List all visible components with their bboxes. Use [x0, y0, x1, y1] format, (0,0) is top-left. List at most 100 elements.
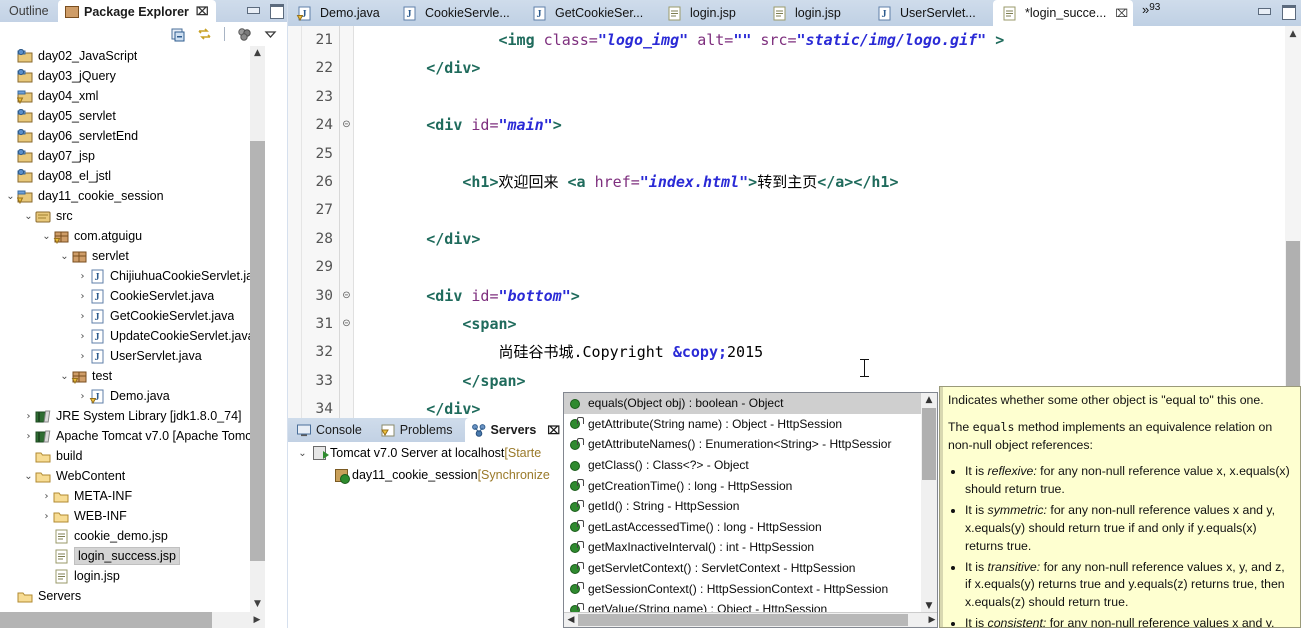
editor-tab[interactable]: J Demo.java [288, 0, 393, 26]
tree-item[interactable]: › WEB-INF [0, 506, 265, 526]
scrollbar-thumb-h[interactable] [578, 614, 908, 626]
chevron-down-icon[interactable]: ⌄ [296, 448, 309, 459]
tree-item[interactable]: day06_servletEnd [0, 126, 265, 146]
code-line[interactable]: <img class="logo_img" alt="" src="static… [354, 26, 1285, 54]
chevron-down-icon[interactable]: ⌄ [22, 471, 35, 482]
tree-item[interactable]: day04_xml [0, 86, 265, 106]
chevron-right-icon[interactable]: › [40, 511, 53, 522]
minimize-icon[interactable] [1257, 4, 1271, 17]
content-assist-item[interactable]: getSessionContext() : HttpSessionContext… [564, 578, 922, 599]
content-assist-item[interactable]: getClass() : Class<?> - Object [564, 455, 922, 476]
tree-item[interactable]: › J ChijiuhuaCookieServlet.java [0, 266, 265, 286]
editor-vertical-scrollbar[interactable]: ▲ [1285, 26, 1301, 418]
project-tree[interactable]: day02_JavaScript day03_jQuery day04_xml day… [0, 46, 265, 612]
chevron-right-icon[interactable]: › [40, 491, 53, 502]
editor-tab[interactable]: J CookieServle... [393, 0, 523, 26]
content-assist-list[interactable]: equals(Object obj) : boolean - Object get… [564, 393, 922, 614]
tree-item[interactable]: ⌄ test [0, 366, 265, 386]
tree-item[interactable]: ⌄ day11_cookie_session [0, 186, 265, 206]
editor-tab[interactable]: J GetCookieSer... [523, 0, 658, 26]
code-line[interactable]: </div> [354, 54, 1285, 82]
scroll-up-icon[interactable]: ▲ [250, 46, 265, 61]
close-icon[interactable]: ⌧ [1115, 7, 1128, 20]
chevron-down-icon[interactable]: ⌄ [58, 371, 71, 382]
maximize-icon[interactable] [1281, 4, 1296, 20]
tree-item[interactable]: build [0, 446, 265, 466]
content-assist-item[interactable]: getLastAccessedTime() : long - HttpSessi… [564, 517, 922, 538]
scrollbar-thumb-h[interactable] [0, 612, 212, 628]
chevron-right-icon[interactable]: › [76, 291, 89, 302]
content-assist-item[interactable]: getServletContext() : ServletContext - H… [564, 558, 922, 579]
tab-package-explorer[interactable]: Package Explorer ⌧ [58, 0, 216, 23]
scroll-down-icon[interactable]: ▼ [250, 597, 265, 612]
content-assist-item[interactable]: equals(Object obj) : boolean - Object [564, 393, 922, 414]
maximize-icon[interactable] [269, 3, 284, 19]
fold-collapse-icon[interactable]: ⊝ [340, 111, 353, 139]
tree-item[interactable]: › Apache Tomcat v7.0 [Apache Tomcat [0, 426, 265, 446]
tab-overflow-button[interactable]: » 93 [1136, 0, 1166, 26]
view-filter-icon[interactable] [236, 26, 253, 43]
tree-item[interactable]: login.jsp [0, 566, 265, 586]
tree-item[interactable]: › J UpdateCookieServlet.java [0, 326, 265, 346]
tree-item[interactable]: › J GetCookieServlet.java [0, 306, 265, 326]
code-line[interactable] [354, 196, 1285, 224]
fold-collapse-icon[interactable]: ⊝ [340, 310, 353, 338]
tree-item[interactable]: login_success.jsp [0, 546, 265, 566]
chevron-right-icon[interactable]: › [76, 311, 89, 322]
tree-item[interactable]: › J Demo.java [0, 386, 265, 406]
chevron-right-icon[interactable]: › [22, 411, 35, 422]
folding-ruler[interactable]: ⊝ ⊝ ⊝ [340, 26, 354, 418]
tree-item[interactable]: ⌄ WebContent [0, 466, 265, 486]
minimize-icon[interactable] [246, 3, 260, 16]
code-line[interactable]: <div id="bottom"> [354, 282, 1285, 310]
tree-item[interactable]: ⌄ servlet [0, 246, 265, 266]
chevron-down-icon[interactable]: ⌄ [58, 251, 71, 262]
tree-item[interactable]: › J UserServlet.java [0, 346, 265, 366]
chevron-down-icon[interactable]: ⌄ [40, 231, 53, 242]
tree-item[interactable]: ⌄ src [0, 206, 265, 226]
chevron-right-icon[interactable]: › [76, 271, 89, 282]
view-menu-icon[interactable] [262, 26, 279, 43]
tree-item[interactable]: day03_jQuery [0, 66, 265, 86]
collapse-all-icon[interactable] [170, 26, 187, 43]
bottom-tab[interactable]: Problems [374, 418, 460, 442]
content-assist-item[interactable]: getId() : String - HttpSession [564, 496, 922, 517]
tree-item[interactable]: ⌄ com.atguigu [0, 226, 265, 246]
editor-tab[interactable]: *login_succe... ⌧ [993, 0, 1133, 26]
tree-item[interactable]: day05_servlet [0, 106, 265, 126]
code-editor[interactable]: 21222324252627282930313233343536 ⊝⊝⊝ <im… [288, 26, 1301, 418]
editor-tab[interactable]: J UserServlet... [868, 0, 993, 26]
assist-horizontal-scrollbar[interactable]: ◀ ▶ [564, 612, 937, 627]
tree-item[interactable]: Servers [0, 586, 265, 606]
code-line[interactable]: 尚硅谷书城.Copyright &copy;2015 [354, 338, 1285, 366]
code-line[interactable] [354, 253, 1285, 281]
tree-item[interactable]: day02_JavaScript [0, 46, 265, 66]
tab-outline[interactable]: Outline [2, 0, 56, 22]
tree-item[interactable]: day07_jsp [0, 146, 265, 166]
code-line[interactable]: <h1>欢迎回来 <a href="index.html">转到主页</a></… [354, 168, 1285, 196]
scroll-right-icon[interactable]: ▶ [249, 612, 265, 628]
editor-marker-gutter[interactable] [288, 26, 302, 418]
tree-item[interactable]: › J CookieServlet.java [0, 286, 265, 306]
editor-tab[interactable]: login.jsp [763, 0, 868, 26]
code-line[interactable]: </div> [354, 225, 1285, 253]
chevron-right-icon[interactable]: › [22, 431, 35, 442]
scroll-up-icon[interactable]: ▲ [1285, 26, 1301, 42]
fold-collapse-icon[interactable]: ⊝ [340, 282, 353, 310]
scrollbar-thumb[interactable] [922, 408, 936, 480]
content-assist-popup[interactable]: equals(Object obj) : boolean - Object get… [563, 392, 938, 628]
scroll-left-icon[interactable]: ◀ [564, 613, 578, 627]
content-assist-item[interactable]: getCreationTime() : long - HttpSession [564, 475, 922, 496]
scroll-right-icon[interactable]: ▶ [925, 613, 937, 627]
code-line[interactable]: <span> [354, 310, 1285, 338]
assist-vertical-scrollbar[interactable]: ▲ ▼ [921, 393, 937, 614]
chevron-down-icon[interactable]: ⌄ [4, 191, 17, 202]
link-with-editor-icon[interactable] [196, 26, 213, 43]
tree-vertical-scrollbar[interactable]: ▲ ▼ [250, 46, 265, 612]
tree-horizontal-scrollbar[interactable]: ▶ [0, 612, 265, 628]
content-assist-item[interactable]: getAttributeNames() : Enumeration<String… [564, 434, 922, 455]
scroll-up-icon[interactable]: ▲ [921, 393, 937, 408]
chevron-right-icon[interactable]: › [76, 331, 89, 342]
scrollbar-thumb[interactable] [250, 141, 265, 561]
bottom-tab[interactable]: Console [290, 418, 369, 442]
